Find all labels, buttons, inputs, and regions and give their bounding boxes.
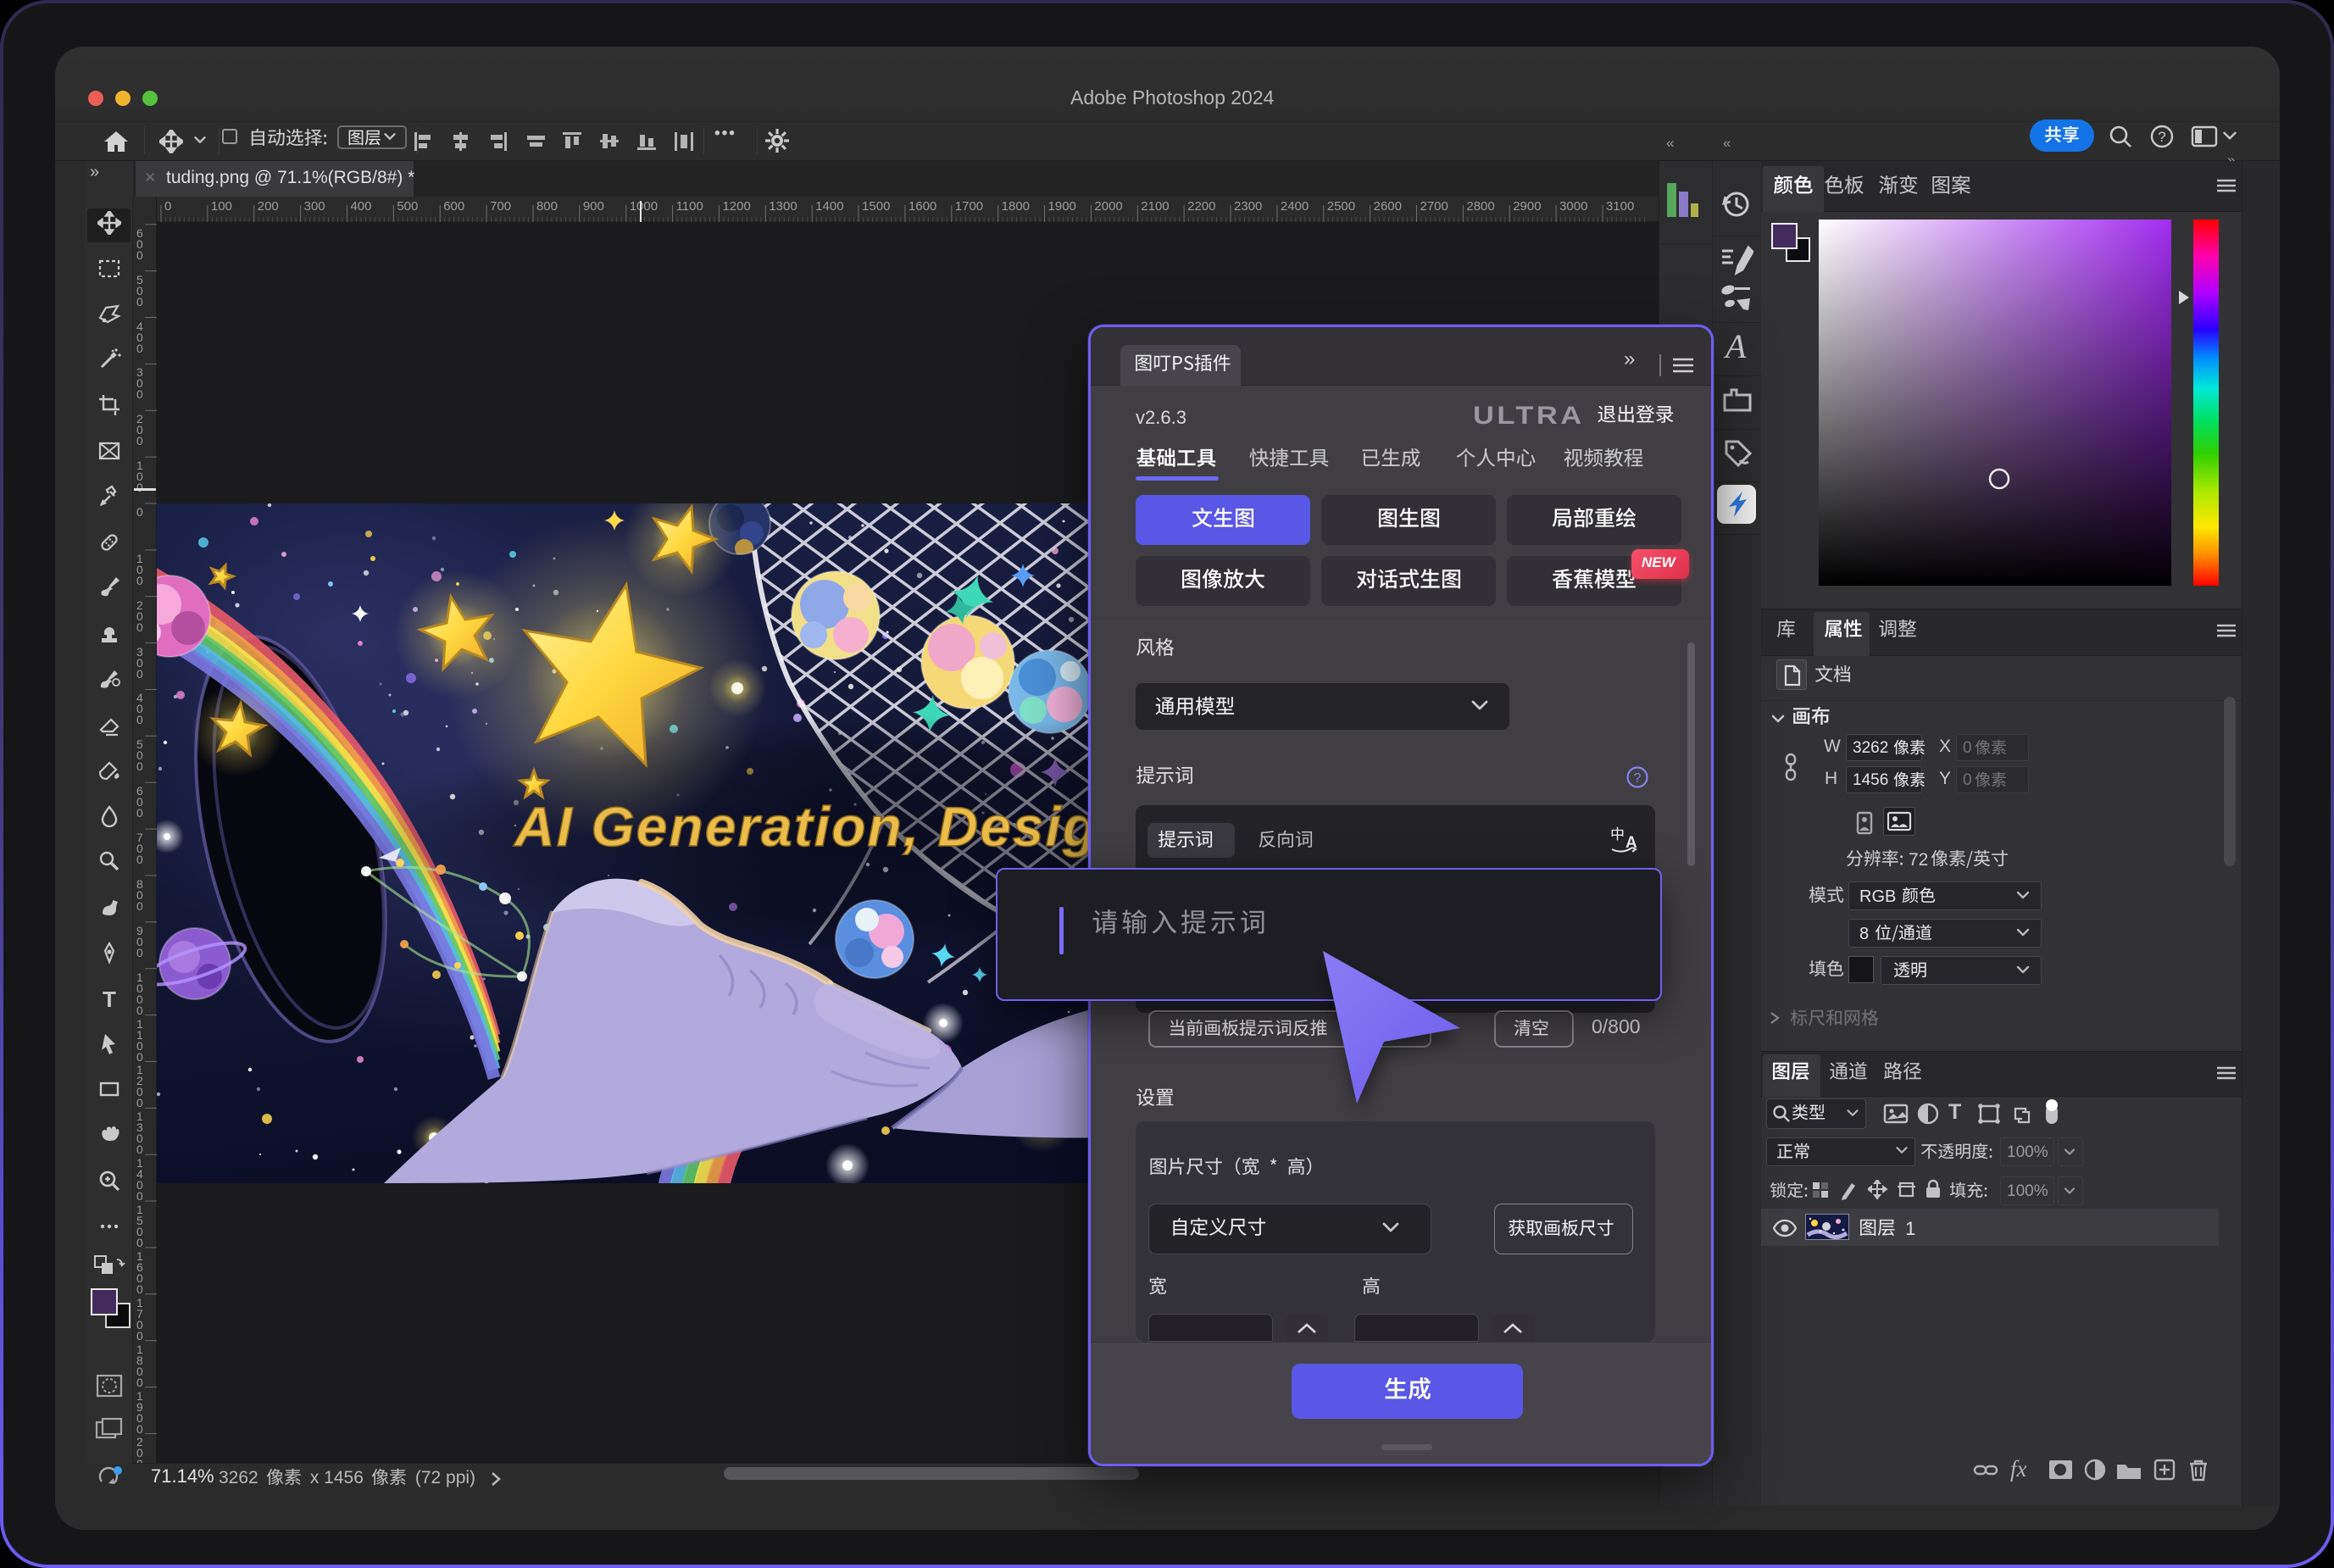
svg-text:AI Generation, Design: AI Generation, Design	[513, 795, 1134, 858]
svg-text:?: ?	[2158, 129, 2165, 145]
svg-text:T: T	[103, 987, 116, 1010]
svg-text:?: ?	[1634, 771, 1642, 786]
